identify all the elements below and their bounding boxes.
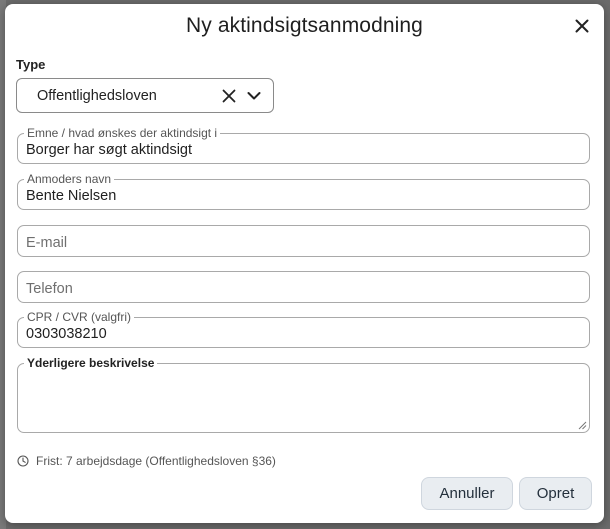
type-select-value: Offentlighedsloven [37,87,157,104]
deadline-text: Frist: 7 arbejdsdage (Offentlighedsloven… [36,454,276,468]
cpr-cvr-label: CPR / CVR (valgfri) [24,310,135,324]
subject-label: Emne / hvad ønskes der aktindsigt i [24,126,221,140]
email-placeholder: E-mail [26,235,68,251]
new-request-dialog: Ny aktindsigtsanmodning Type Offentlighe… [5,4,604,523]
cpr-cvr-value: 0303038210 [26,326,107,342]
description-label: Yderligere beskrivelse [24,356,158,370]
deadline-info: Frist: 7 arbejdsdage (Offentlighedsloven… [17,454,276,468]
create-button[interactable]: Opret [519,477,592,510]
phone-placeholder: Telefon [26,281,73,297]
cancel-button[interactable]: Annuller [421,477,513,510]
type-label: Type [16,57,46,72]
clear-selection-button[interactable] [219,86,239,106]
resize-grip-icon[interactable] [578,421,587,430]
close-icon [575,19,589,33]
clock-icon [17,455,29,467]
description-textarea[interactable]: Yderligere beskrivelse [17,356,590,433]
requester-name-value: Bente Nielsen [26,188,117,204]
cpr-cvr-field[interactable]: CPR / CVR (valgfri) 0303038210 [17,310,590,348]
dialog-title: Ny aktindsigtsanmodning [186,14,423,37]
subject-value: Borger har søgt aktindsigt [26,142,193,158]
close-button[interactable] [572,16,592,36]
email-field[interactable]: E-mail [17,225,590,257]
phone-field[interactable]: Telefon [17,271,590,303]
clear-icon [222,89,236,102]
requester-name-label: Anmoders navn [24,172,115,186]
type-select[interactable]: Offentlighedsloven [16,78,274,113]
subject-field[interactable]: Emne / hvad ønskes der aktindsigt i Borg… [17,126,590,164]
dropdown-toggle[interactable] [244,86,264,106]
requester-name-field[interactable]: Anmoders navn Bente Nielsen [17,172,590,210]
chevron-down-icon [247,91,261,99]
